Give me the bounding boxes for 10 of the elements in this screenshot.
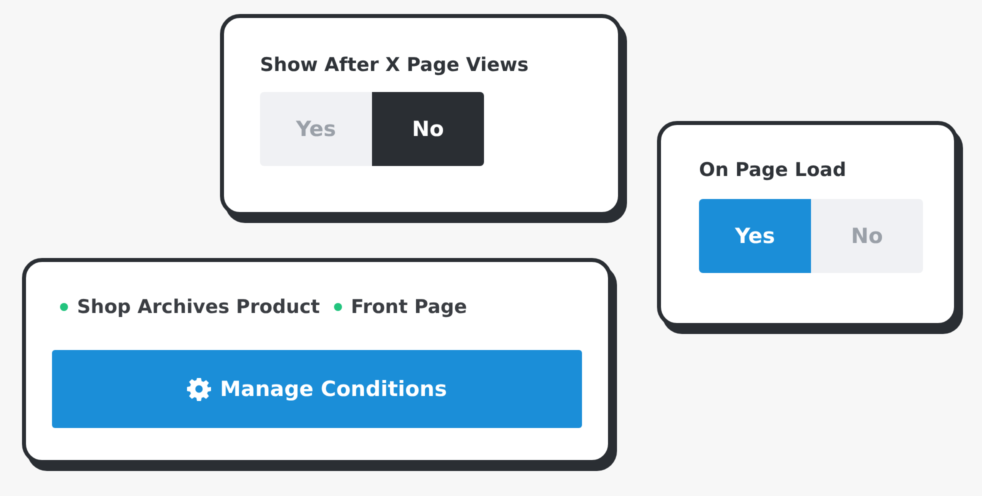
field-label: On Page Load bbox=[699, 159, 848, 181]
toggle-option[interactable]: Yes bbox=[699, 199, 811, 273]
condition-tag: Front Page bbox=[350, 296, 468, 318]
manage-conditions-button[interactable]: Manage Conditions bbox=[52, 350, 582, 428]
toggle-option[interactable]: No bbox=[811, 199, 923, 273]
field-label: Show After X Page Views bbox=[260, 54, 530, 76]
toggle-option[interactable]: No bbox=[372, 92, 484, 166]
condition-tag: Shop Archives Product bbox=[77, 296, 320, 318]
toggle-option[interactable]: Yes bbox=[260, 92, 372, 166]
settings-icon bbox=[187, 377, 212, 401]
